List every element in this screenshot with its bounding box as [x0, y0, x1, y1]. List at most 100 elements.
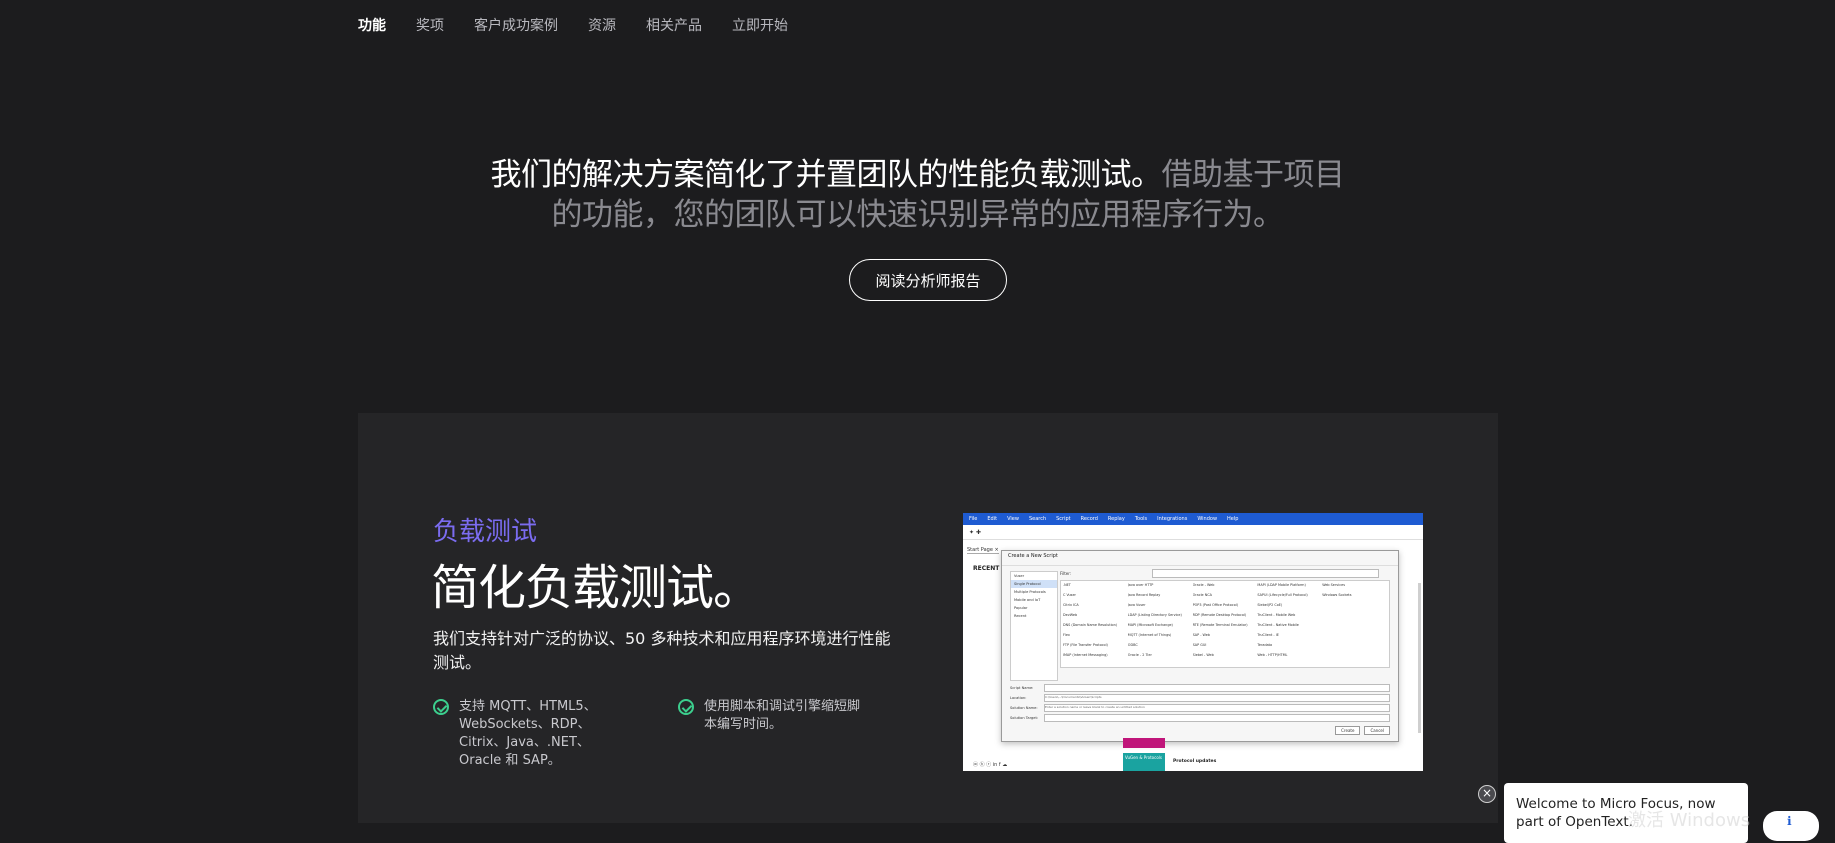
protocol-item: SAP - Web — [1192, 633, 1210, 637]
protocol-item: TruClient - IE — [1257, 633, 1279, 637]
screenshot-start-tab: Start Page × — [967, 547, 999, 554]
card-title: 简化负载测试。 — [431, 560, 761, 616]
protocol-item — [1322, 643, 1387, 653]
chat-button[interactable]: ℹ — [1763, 811, 1819, 841]
protocol-item: POP3 (Post Office Protocol) — [1192, 603, 1239, 607]
load-testing-card: 负载测试 简化负载测试。 我们支持针对广泛的协议、50 多种技术和应用程序环境进… — [358, 413, 1498, 823]
protocol-item: Oracle - 2 Tier — [1127, 653, 1152, 657]
category-item: Vuser — [1014, 574, 1025, 578]
menu-edit: Edit — [987, 516, 998, 522]
dialog-create-button: Create — [1335, 726, 1361, 735]
dialog-field: Solution Name: Enter a solution name or l… — [1010, 703, 1390, 713]
screenshot-protocol-updates: Protocol updates — [1173, 759, 1217, 764]
menu-window: Window — [1197, 516, 1218, 522]
nav-item-awards[interactable]: 奖项 — [416, 15, 444, 35]
menu-search: Search — [1028, 516, 1047, 522]
dialog-field: Solution Target: — [1010, 713, 1390, 723]
dialog-buttons: Create Cancel — [1335, 726, 1390, 735]
nav-item-resources[interactable]: 资源 — [588, 15, 616, 35]
protocol-item: MQTT (Internet of Things) — [1127, 633, 1172, 637]
nav-item-related-products[interactable]: 相关产品 — [646, 15, 702, 35]
protocol-item: Oracle NCA — [1192, 593, 1212, 597]
protocol-item: Windows Sockets — [1322, 593, 1352, 597]
protocol-item: Siebel(P2 CoE) — [1257, 603, 1283, 607]
protocol-item: LDAP (Listing Directory Service) — [1127, 613, 1182, 617]
card-description: 我们支持针对广泛的协议、50 多种技术和应用程序环境进行性能测试。 — [433, 629, 891, 672]
protocol-item — [1322, 623, 1387, 633]
protocol-item: RTE (Remote Terminal Emulator) — [1192, 623, 1248, 627]
popup-close-button[interactable]: × — [1478, 785, 1496, 803]
menu-view: View — [1007, 516, 1019, 522]
protocol-item: FTP (File Transfer Protocol) — [1063, 643, 1108, 647]
nav-item-customer-stories[interactable]: 客户成功案例 — [474, 15, 558, 35]
nav-item-get-started[interactable]: 立即开始 — [732, 15, 788, 35]
dialog-field: Location: C:\Users\...\Documents\VuGen\Sc… — [1010, 693, 1390, 703]
menu-replay: Replay — [1107, 516, 1125, 522]
field-label: Solution Target: — [1010, 716, 1039, 720]
dialog-fields: Script Name: Location: C:\Users\...\Docum… — [1010, 683, 1390, 723]
protocol-item: Java over HTTP — [1127, 583, 1154, 587]
card-eyebrow: 负载测试 — [433, 517, 538, 547]
field-label: Location: — [1010, 696, 1027, 700]
screenshot-pink-tile — [1123, 738, 1165, 748]
dialog-category-list: Vuser Single Protocol Multiple Protocols… — [1010, 571, 1058, 681]
dialog-filter-label: Filter: — [1060, 571, 1072, 576]
protocol-item: ODBC — [1127, 643, 1138, 647]
protocol-item: MAPI (Microsoft Exchange) — [1127, 623, 1173, 627]
feature-text: 支持 MQTT、HTML5、WebSockets、RDP、Citrix、Java… — [459, 699, 597, 768]
protocol-item: Oracle - Web — [1192, 583, 1215, 587]
teal-tile-label: VuGen & Protocols — [1125, 755, 1162, 760]
protocol-item: Citrix ICA — [1063, 603, 1079, 607]
protocol-item: TruClient - Native Mobile — [1257, 623, 1299, 627]
check-circle-icon — [433, 699, 449, 715]
menu-help: Help — [1227, 516, 1239, 522]
dialog-filter-input — [1152, 569, 1379, 578]
category-item: Multiple Protocols — [1014, 590, 1046, 594]
hero-headline-strong: 我们的解决方案简化了并置团队的性能负载测试。 — [490, 157, 1163, 193]
protocol-item: C Vuser — [1063, 593, 1076, 597]
field-label: Solution Name: — [1010, 706, 1038, 710]
protocol-item: IMAP (Internet Messaging) — [1063, 653, 1108, 657]
protocol-item: .NET — [1063, 583, 1071, 587]
menu-file: File — [969, 516, 978, 522]
protocol-item: RDP (Remote Desktop Protocol) — [1192, 613, 1247, 617]
field-label: Script Name: — [1010, 686, 1034, 690]
protocol-item — [1322, 653, 1387, 663]
read-analyst-report-button[interactable]: 阅读分析师报告 — [849, 259, 1007, 301]
screenshot-social-icons: ⓦ ⓗ ⓡ in f ☁ — [973, 762, 1008, 768]
feature-item: 支持 MQTT、HTML5、WebSockets、RDP、Citrix、Java… — [433, 698, 613, 770]
info-icon: ℹ — [1787, 814, 1792, 828]
screenshot-toolbar: ✦ ✚ — [963, 525, 1423, 540]
protocol-item: DevWeb — [1063, 613, 1078, 617]
menu-script: Script — [1056, 516, 1071, 522]
screenshot-teal-tile: VuGen & Protocols — [1123, 753, 1165, 771]
protocol-item: SAPUI (Lifecycle/Full Protocol) — [1257, 593, 1308, 597]
feature-item: 使用脚本和调试引擎缩短脚本编写时间。 — [678, 698, 868, 734]
nav-item-features[interactable]: 功能 — [358, 15, 386, 35]
new-script-dialog: Create a New Script Vuser Single Protoco… — [1001, 550, 1399, 742]
toolbar-icons: ✦ ✚ — [969, 528, 981, 536]
protocol-item: SAP GUI — [1192, 643, 1207, 647]
dialog-protocol-grid: .NET Java over HTTP Oracle - Web MAPI (LDAP… — [1060, 580, 1390, 668]
protocol-item: DNS (Domain Name Resolution) — [1063, 623, 1118, 627]
protocol-item: TruClient - Mobile Web — [1257, 613, 1296, 617]
protocol-item: Web Services — [1322, 583, 1345, 587]
menu-record: Record — [1080, 516, 1098, 522]
protocol-item: Java Vuser — [1127, 603, 1146, 607]
field-value — [1044, 684, 1390, 692]
hero-section: 我们的解决方案简化了并置团队的性能负载测试。借助基于项目的功能，您的团队可以快速… — [0, 155, 1835, 235]
menu-integrations: Integrations — [1157, 516, 1188, 522]
field-value: C:\Users\...\Documents\VuGen\Scripts — [1044, 694, 1390, 702]
protocol-item: Web - HTTP/HTML — [1257, 653, 1288, 657]
screenshot-scrollbar — [1418, 583, 1421, 733]
category-item: Single Protocol — [1011, 580, 1057, 588]
top-nav: 功能 奖项 客户成功案例 资源 相关产品 立即开始 — [358, 0, 818, 50]
menu-tools: Tools — [1134, 516, 1148, 522]
protocol-item — [1322, 603, 1387, 613]
protocol-item: Java Record Replay — [1127, 593, 1161, 597]
protocol-item: MAPI (LDAP Mobile Platform) — [1257, 583, 1306, 587]
protocol-item: Siebel - Web — [1192, 653, 1214, 657]
product-screenshot: File Edit View Search Script Record Repl… — [963, 513, 1423, 771]
check-circle-icon — [678, 699, 694, 715]
screenshot-menubar: File Edit View Search Script Record Repl… — [963, 513, 1423, 525]
